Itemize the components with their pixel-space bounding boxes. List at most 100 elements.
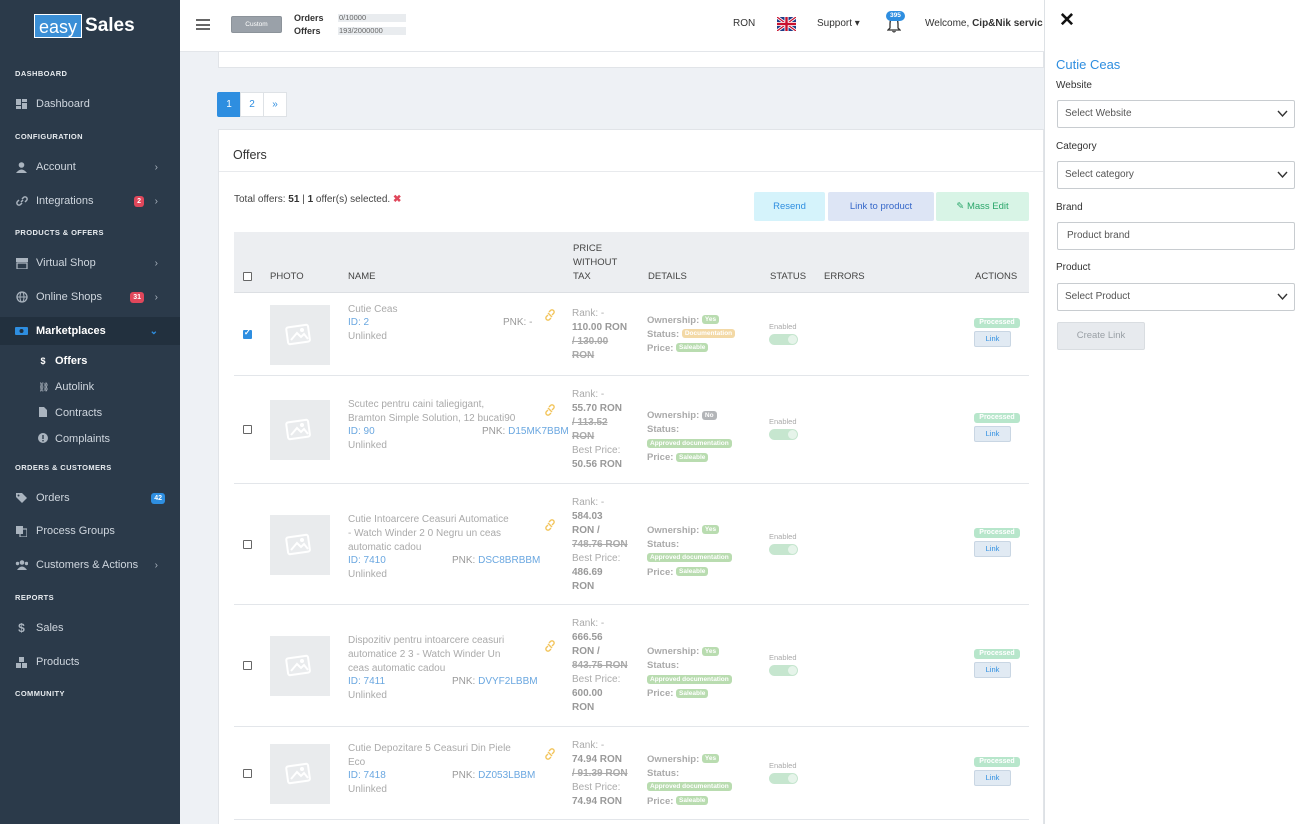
enabled-toggle[interactable] bbox=[769, 772, 798, 784]
col-price-line2: WITHOUT bbox=[573, 257, 618, 268]
category-select[interactable]: Select category bbox=[1057, 161, 1295, 189]
row-checkbox[interactable] bbox=[243, 425, 252, 434]
sidebar-item-orders[interactable]: Orders 42 bbox=[0, 484, 180, 512]
link-button[interactable]: Link bbox=[974, 540, 1011, 557]
next-page-button[interactable]: » bbox=[263, 92, 287, 117]
pnk-value[interactable]: DZ053LBBM bbox=[478, 770, 535, 781]
product-name[interactable]: Dispozitiv pentru intoarcere ceasuri auto… bbox=[348, 634, 530, 676]
unlinked-label: Unlinked bbox=[348, 330, 387, 342]
sidebar-item-label: Complaints bbox=[55, 433, 111, 445]
price-block: Rank: - 584.03 RON / 748.76 RON Best Price: 4… bbox=[572, 496, 632, 594]
sidebar-subitem-offers[interactable]: $ Offers bbox=[38, 355, 87, 367]
sidebar-item-online-shops[interactable]: Online Shops 31 › bbox=[0, 283, 180, 311]
pnk-value[interactable]: - bbox=[529, 317, 532, 328]
row-checkbox[interactable] bbox=[243, 328, 252, 339]
section-dashboard: DASHBOARD bbox=[15, 69, 68, 78]
product-id[interactable]: ID: 90 bbox=[348, 426, 375, 437]
broken-link-icon[interactable] bbox=[544, 747, 556, 760]
product-id[interactable]: ID: 7410 bbox=[348, 555, 386, 566]
pnk-value[interactable]: DVYF2LBBM bbox=[478, 676, 537, 687]
create-link-button[interactable]: Create Link bbox=[1057, 322, 1145, 350]
price-line: RON / bbox=[572, 524, 632, 538]
website-select[interactable]: Select Website bbox=[1057, 100, 1295, 128]
pnk-prefix: PNK: bbox=[482, 426, 509, 437]
sidebar-item-products[interactable]: Products bbox=[0, 648, 180, 676]
row-checkbox[interactable] bbox=[243, 539, 252, 549]
pnk-value[interactable]: DSC8BRBBM bbox=[478, 555, 540, 566]
product-id[interactable]: ID: 2 bbox=[348, 317, 369, 328]
support-dropdown[interactable]: Support ▾ bbox=[817, 18, 860, 29]
close-icon[interactable]: ✕ bbox=[1059, 9, 1075, 32]
website-label: Website bbox=[1056, 80, 1092, 91]
enabled-toggle[interactable] bbox=[769, 429, 798, 440]
product-name[interactable]: Cutie Intoarcere Ceasuri Automatice - Wat… bbox=[348, 513, 530, 555]
row-checkbox[interactable] bbox=[243, 768, 252, 778]
page-1-button[interactable]: 1 bbox=[217, 92, 241, 117]
easysales-logo[interactable]: easy Sales bbox=[34, 14, 135, 38]
processed-badge: Processed bbox=[974, 756, 1020, 767]
sidebar-item-marketplaces[interactable]: Marketplaces ⌄ bbox=[0, 317, 180, 345]
status-line: Status: Documentation bbox=[647, 328, 762, 342]
custom-button[interactable]: Custom bbox=[231, 16, 282, 33]
product-id[interactable]: ID: 7418 bbox=[348, 770, 386, 781]
row-checkbox[interactable] bbox=[243, 661, 252, 670]
broken-link-icon[interactable] bbox=[544, 518, 556, 531]
link-button[interactable]: Link bbox=[974, 769, 1011, 786]
product-id[interactable]: ID: 7411 bbox=[348, 676, 385, 687]
broken-link-icon[interactable] bbox=[544, 640, 556, 652]
currency-selector[interactable]: RON bbox=[733, 18, 755, 29]
product-select[interactable]: Select Product bbox=[1057, 283, 1295, 311]
sidebar-item-label: Marketplaces bbox=[36, 325, 106, 337]
link-button[interactable]: Link bbox=[974, 426, 1011, 442]
product-name[interactable]: Cutie Depozitare 5 Ceasuri Din Piele Eco bbox=[348, 742, 530, 770]
sidebar-item-integrations[interactable]: Integrations 2 › bbox=[0, 187, 180, 215]
link-button[interactable]: Link bbox=[974, 330, 1011, 347]
price-status-line: Price: Saleable bbox=[647, 566, 762, 580]
link-to-product-button[interactable]: Link to product bbox=[828, 192, 934, 221]
sidebar-item-process-groups[interactable]: Process Groups bbox=[0, 517, 180, 545]
link-button[interactable]: Link bbox=[974, 662, 1011, 678]
rank-label: Rank: - bbox=[572, 307, 605, 319]
mass-edit-button[interactable]: ✎ Mass Edit bbox=[936, 192, 1029, 221]
brand-input[interactable]: Product brand bbox=[1057, 222, 1295, 250]
uk-flag-icon[interactable] bbox=[777, 17, 796, 31]
resend-button[interactable]: Resend bbox=[754, 192, 825, 221]
product-name[interactable]: Scutec pentru caini taliegigant, Bramton … bbox=[348, 398, 530, 426]
sidebar-subitem-autolink[interactable]: ⛓ Autolink bbox=[38, 381, 94, 393]
enabled-toggle[interactable] bbox=[769, 333, 798, 345]
price-line: 748.76 RON bbox=[572, 538, 632, 552]
logo-part-easy: easy bbox=[34, 14, 83, 38]
enabled-label: Enabled bbox=[769, 760, 797, 770]
page-2-button[interactable]: 2 bbox=[240, 92, 264, 117]
broken-link-icon[interactable] bbox=[544, 404, 556, 416]
pnk-value[interactable]: D15MK7BBM bbox=[508, 426, 569, 437]
sidebar-subitem-contracts[interactable]: Contracts bbox=[38, 407, 102, 419]
sidebar-item-customers-actions[interactable]: Customers & Actions › bbox=[0, 551, 180, 579]
selected-label: offer(s) selected. bbox=[313, 194, 391, 205]
clear-selection-icon[interactable]: ✖ bbox=[393, 194, 401, 205]
enabled-toggle[interactable] bbox=[769, 665, 798, 676]
sidebar-item-label: Orders bbox=[36, 492, 70, 504]
price-line: RON bbox=[572, 349, 632, 363]
col-price-line1: PRICE bbox=[573, 243, 603, 254]
original-price: / 91.39 RON bbox=[572, 767, 628, 779]
unlinked-label: Unlinked bbox=[348, 783, 387, 795]
broken-link-icon[interactable] bbox=[544, 308, 556, 321]
sidebar-item-account[interactable]: Account › bbox=[0, 153, 180, 181]
sidebar-item-label: Products bbox=[36, 656, 80, 668]
sidebar-subitem-complaints[interactable]: Complaints bbox=[38, 433, 110, 445]
product-name-line: Cutie Depozitare 5 Ceasuri Din Piele bbox=[348, 742, 511, 754]
product-name[interactable]: Cutie Ceas bbox=[348, 303, 530, 317]
menu-toggle-icon[interactable] bbox=[196, 19, 210, 30]
sidebar-item-sales[interactable]: $ Sales bbox=[0, 614, 180, 642]
enabled-toggle[interactable] bbox=[769, 543, 798, 555]
price-line: / 130.00 bbox=[572, 335, 632, 349]
chevron-right-icon: › bbox=[154, 291, 158, 303]
sidebar-item-virtual-shop[interactable]: Virtual Shop › bbox=[0, 249, 180, 277]
original-price: / 130.00 bbox=[572, 335, 609, 347]
enabled-label: Enabled bbox=[769, 417, 797, 426]
offers-summary: Total offers: 51 | 1 offer(s) selected. … bbox=[234, 194, 401, 205]
select-all-checkbox[interactable] bbox=[243, 272, 252, 281]
sidebar-item-dashboard[interactable]: Dashboard bbox=[0, 90, 180, 118]
welcome-user-menu[interactable]: Welcome, Cip&Nik servic bbox=[925, 18, 1044, 29]
